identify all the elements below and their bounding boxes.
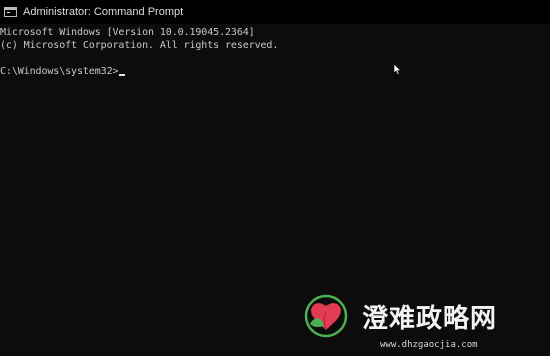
heart-leaf-logo [304,294,348,338]
console-line-copyright: (c) Microsoft Corporation. All rights re… [0,40,279,51]
command-prompt-window: Administrator: Command Prompt Microsoft … [0,0,550,356]
cmd-icon [4,7,17,17]
watermark-url: www.dhzgaocjia.com [380,340,478,350]
watermark-text: 澄难政略网 [362,304,498,334]
console-line-version: Microsoft Windows [Version 10.0.19045.23… [0,27,255,38]
prompt-line[interactable]: C:\Windows\system32> [0,65,550,78]
title-bar[interactable]: Administrator: Command Prompt [0,0,550,24]
text-cursor [119,74,126,76]
window-title: Administrator: Command Prompt [23,6,184,18]
mouse-pointer-icon [393,64,402,75]
command-prompt-path: C:\Windows\system32> [0,66,119,77]
watermark: 澄难政略网 www.dhzgaocjia.com [300,292,550,356]
